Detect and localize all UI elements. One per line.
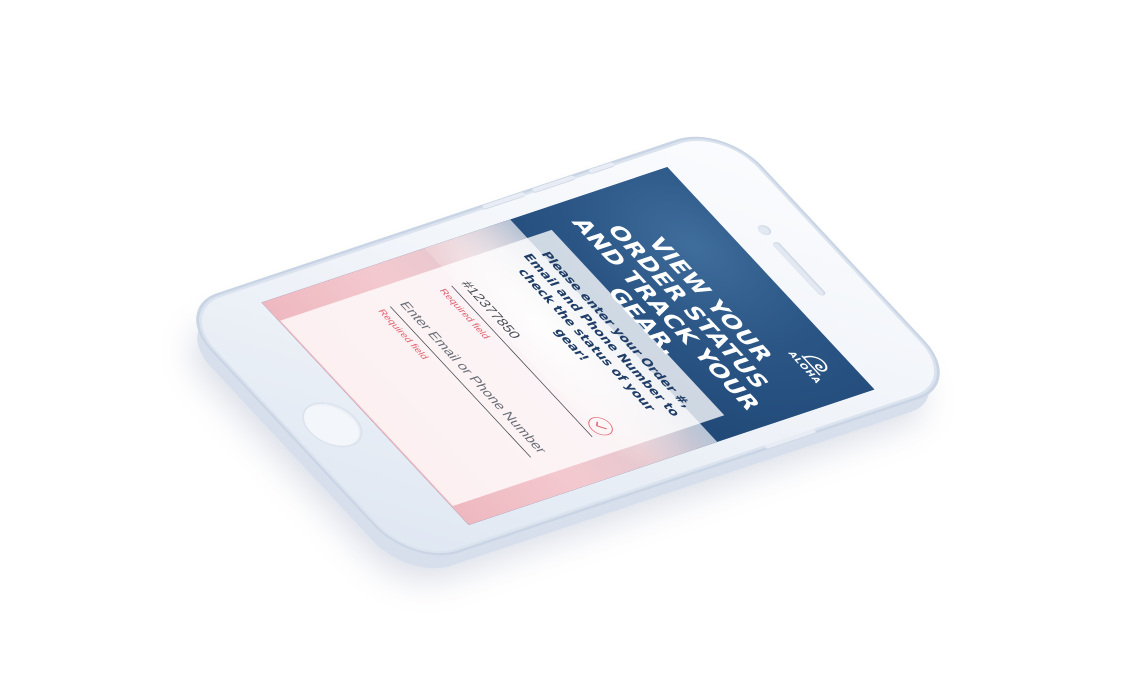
mute-switch[interactable] (587, 162, 616, 174)
phone-body: ALOHA VIEW YOUR ORDER STATUS AND TRACK Y… (179, 129, 957, 563)
power-button[interactable] (763, 428, 817, 449)
front-camera (755, 223, 774, 237)
volume-up-button[interactable] (531, 175, 576, 193)
volume-down-button[interactable] (481, 191, 526, 210)
phone-screen: ALOHA VIEW YOUR ORDER STATUS AND TRACK Y… (261, 167, 875, 525)
phone-mockup: ALOHA VIEW YOUR ORDER STATUS AND TRACK Y… (179, 129, 957, 563)
